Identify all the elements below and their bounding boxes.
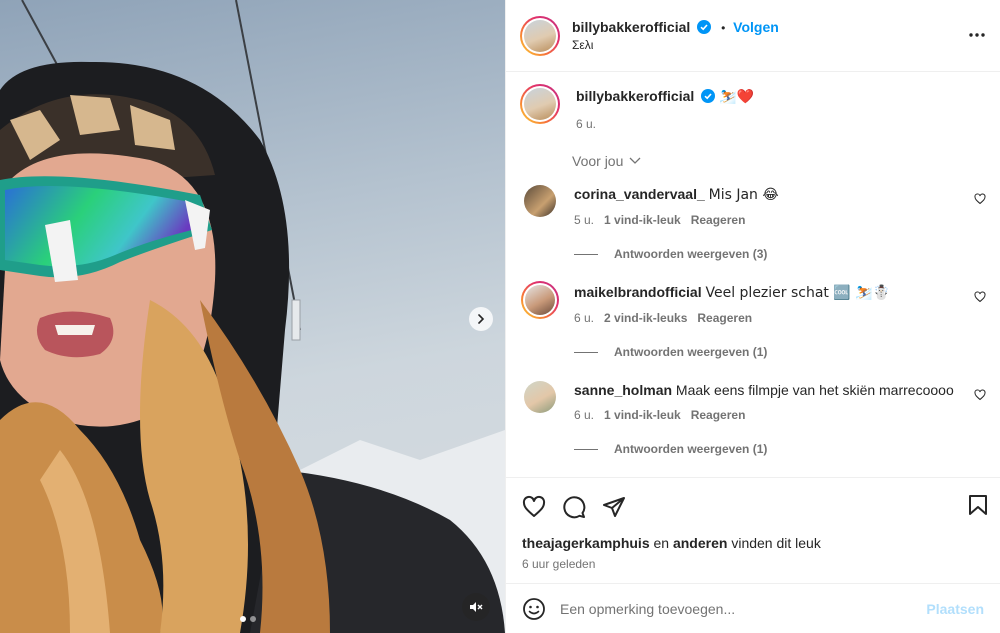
post-actions-bar bbox=[506, 477, 1000, 535]
like-comment-heart-icon[interactable] bbox=[974, 193, 986, 205]
reply-button[interactable]: Reageren bbox=[697, 311, 752, 325]
first-liker-username[interactable]: theajagerkamphuis bbox=[522, 535, 650, 551]
add-comment-bar: Plaatsen bbox=[506, 583, 1000, 633]
mute-toggle-button[interactable] bbox=[462, 593, 490, 621]
caption-text: ⛷️❤️ bbox=[719, 89, 754, 105]
carousel-dots bbox=[240, 616, 256, 622]
emoji-picker-icon[interactable] bbox=[522, 597, 546, 621]
comment-item: corina_vandervaal_ Mis Jan 😂 5 u. 1 vind… bbox=[520, 183, 986, 227]
author-avatar[interactable] bbox=[520, 15, 560, 56]
view-replies-label: Antwoorden weergeven (1) bbox=[614, 442, 768, 456]
paper-plane-icon bbox=[603, 496, 625, 517]
comment-time: 5 u. bbox=[574, 213, 595, 227]
commenter-username[interactable]: corina_vandervaal_ bbox=[574, 186, 705, 202]
speaker-muted-icon bbox=[470, 602, 483, 612]
like-comment-heart-icon[interactable] bbox=[974, 291, 986, 303]
comment-item: sanne_holman Maak eens filmpje van het s… bbox=[520, 379, 986, 422]
verified-badge-icon bbox=[697, 20, 712, 34]
commenter-avatar[interactable] bbox=[524, 381, 556, 413]
commenter-avatar[interactable] bbox=[524, 185, 556, 217]
reply-button[interactable]: Reageren bbox=[691, 213, 746, 227]
comment-time: 6 u. bbox=[574, 408, 595, 422]
next-media-button[interactable] bbox=[469, 307, 493, 331]
likes-summary: theajagerkamphuis en anderen vinden dit … bbox=[506, 535, 1000, 551]
post-timestamp[interactable]: 6 uur geleden bbox=[506, 551, 1000, 571]
author-username[interactable]: billybakkerofficial bbox=[572, 19, 690, 35]
likes-others-link[interactable]: anderen bbox=[673, 535, 727, 551]
post-media[interactable] bbox=[0, 0, 505, 633]
post-header: billybakkerofficial • Volgen Σελι bbox=[506, 0, 1000, 72]
post-comment-button[interactable]: Plaatsen bbox=[926, 601, 984, 617]
post-caption: billybakkerofficial ⛷️❤️ 6 u. bbox=[520, 84, 986, 131]
comment-input[interactable] bbox=[560, 600, 927, 617]
more-options-icon[interactable] bbox=[968, 26, 986, 44]
reply-button[interactable]: Reageren bbox=[691, 408, 746, 422]
video-frame bbox=[0, 0, 505, 633]
carousel-dot-active bbox=[240, 616, 246, 622]
like-comment-heart-icon[interactable] bbox=[974, 389, 986, 401]
replies-divider bbox=[574, 448, 598, 450]
view-replies-label: Antwoorden weergeven (3) bbox=[614, 247, 768, 261]
like-button[interactable] bbox=[522, 495, 546, 519]
replies-divider bbox=[574, 253, 598, 255]
comment-text: Veel plezier schat 🆒 ⛷️☃️ bbox=[705, 285, 891, 301]
commenter-username[interactable]: sanne_holman bbox=[574, 382, 672, 398]
share-button[interactable] bbox=[602, 495, 626, 519]
verified-badge-icon bbox=[701, 89, 716, 103]
carousel-dot bbox=[250, 616, 256, 622]
comments-section[interactable]: billybakkerofficial ⛷️❤️ 6 u. Voor jou c… bbox=[506, 72, 1000, 477]
save-button[interactable] bbox=[968, 494, 988, 519]
caption-author-avatar[interactable] bbox=[520, 84, 560, 124]
chevron-right-icon bbox=[478, 314, 485, 324]
chevron-down-icon bbox=[629, 157, 641, 164]
comment-text: Mis Jan 😂 bbox=[708, 187, 779, 203]
caption-time: 6 u. bbox=[576, 117, 597, 131]
likes-connector: en bbox=[653, 535, 670, 551]
comment-bubble-icon bbox=[563, 495, 586, 518]
view-replies-button[interactable]: Antwoorden weergeven (1) bbox=[574, 345, 986, 359]
caption-username[interactable]: billybakkerofficial bbox=[576, 88, 694, 104]
view-replies-label: Antwoorden weergeven (1) bbox=[614, 345, 768, 359]
comment-likes[interactable]: 2 vind-ik-leuks bbox=[604, 311, 687, 325]
likes-suffix: vinden dit leuk bbox=[731, 535, 821, 551]
bookmark-icon bbox=[969, 495, 987, 515]
comment-time: 6 u. bbox=[574, 311, 595, 325]
comment-likes[interactable]: 1 vind-ik-leuk bbox=[604, 213, 681, 227]
comment-sort-label: Voor jou bbox=[572, 153, 624, 169]
comment-button[interactable] bbox=[562, 495, 586, 519]
follow-button[interactable]: Volgen bbox=[733, 19, 779, 35]
replies-divider bbox=[574, 351, 598, 353]
view-replies-button[interactable]: Antwoorden weergeven (3) bbox=[574, 247, 986, 261]
comment-text: Maak eens filmpje van het skiën marrecoo… bbox=[675, 382, 954, 398]
separator-dot: • bbox=[721, 21, 726, 35]
heart-icon bbox=[522, 495, 546, 517]
view-replies-button[interactable]: Antwoorden weergeven (1) bbox=[574, 442, 986, 456]
post-side-panel: billybakkerofficial • Volgen Σελι billyb… bbox=[505, 0, 1000, 633]
commenter-avatar[interactable] bbox=[521, 281, 559, 319]
comment-sort-dropdown[interactable]: Voor jou bbox=[572, 153, 641, 169]
post-location[interactable]: Σελι bbox=[572, 38, 779, 52]
comment-item: maikelbrandofficial Veel plezier schat 🆒… bbox=[520, 281, 986, 325]
commenter-username[interactable]: maikelbrandofficial bbox=[574, 284, 702, 300]
comment-likes[interactable]: 1 vind-ik-leuk bbox=[604, 408, 681, 422]
